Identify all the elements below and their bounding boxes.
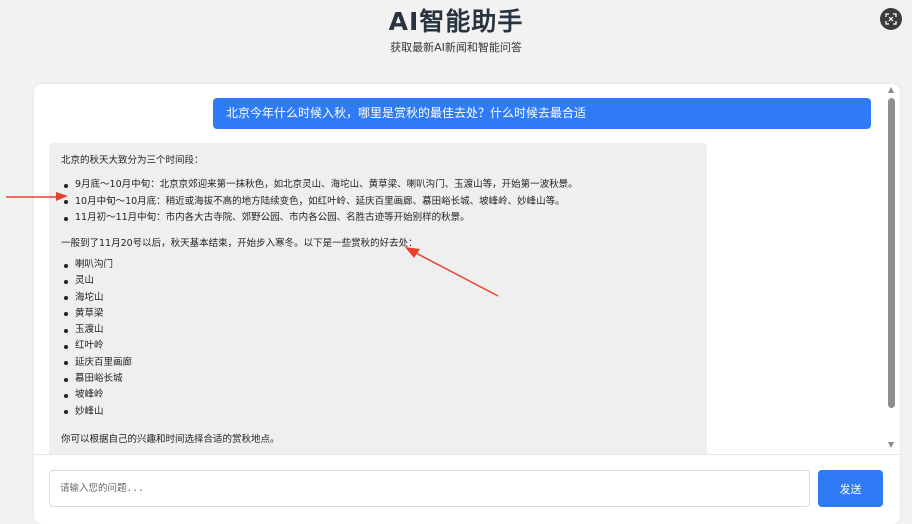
period-list: 9月底～10月中旬：北京京郊迎来第一抹秋色，如北京灵山、海坨山、黄草梁、喇叭沟门… (61, 177, 578, 227)
list-item: 喇叭沟门 (61, 257, 132, 273)
list-item: 黄草梁 (61, 306, 132, 322)
expand-button[interactable] (880, 8, 902, 30)
list-item: 红叶岭 (61, 338, 132, 354)
expand-icon (885, 13, 897, 25)
ai-message: 北京的秋天大致分为三个时间段： 9月底～10月中旬：北京京郊迎来第一抹秋色，如北… (49, 143, 707, 454)
ai-intro: 北京的秋天大致分为三个时间段： (61, 155, 204, 166)
scroll-down-icon[interactable] (888, 442, 894, 448)
send-button[interactable]: 发送 (818, 470, 883, 507)
page-title: AI智能助手 (388, 7, 524, 36)
user-message: 北京今年什么时候入秋，哪里是赏秋的最佳去处？什么时候去最合适 (213, 98, 871, 129)
list-item: 玉渡山 (61, 322, 132, 338)
list-item: 10月中旬～10月底：稍近或海拔不高的地方陆续变色，如红叶岭、延庆百里画廊、慕田… (61, 194, 578, 211)
scroll-thumb[interactable] (888, 98, 895, 408)
chat-panel: 北京今年什么时候入秋，哪里是赏秋的最佳去处？什么时候去最合适 北京的秋天大致分为… (34, 84, 900, 524)
list-item: 延庆百里画廊 (61, 355, 132, 371)
divider (34, 454, 900, 455)
list-item: 11月初～11月中旬：市内各大古寺院、郊野公园、市内各公园、名胜古迹等开始别样的… (61, 210, 578, 227)
chat-scrollbar[interactable] (886, 84, 900, 454)
list-item: 灵山 (61, 273, 132, 289)
list-item: 慕田峪长城 (61, 371, 132, 387)
place-list: 喇叭沟门 灵山 海坨山 黄草梁 玉渡山 红叶岭 延庆百里画廊 慕田峪长城 坡峰岭… (61, 257, 132, 420)
ai-transition: 一般到了11月20号以后，秋天基本结束，开始步入寒冬。以下是一些赏秋的好去处： (61, 238, 418, 249)
list-item: 坡峰岭 (61, 387, 132, 403)
question-input[interactable] (49, 470, 810, 507)
page-subtitle: 获取最新AI新闻和智能问答 (390, 41, 522, 54)
list-item: 妙峰山 (61, 404, 132, 420)
list-item: 海坨山 (61, 290, 132, 306)
list-item: 9月底～10月中旬：北京京郊迎来第一抹秋色，如北京灵山、海坨山、黄草梁、喇叭沟门… (61, 177, 578, 194)
scroll-up-icon[interactable] (888, 87, 894, 93)
chat-messages: 北京今年什么时候入秋，哪里是赏秋的最佳去处？什么时候去最合适 北京的秋天大致分为… (34, 84, 886, 454)
ai-closing: 你可以根据自己的兴趣和时间选择合适的赏秋地点。 (61, 434, 280, 445)
